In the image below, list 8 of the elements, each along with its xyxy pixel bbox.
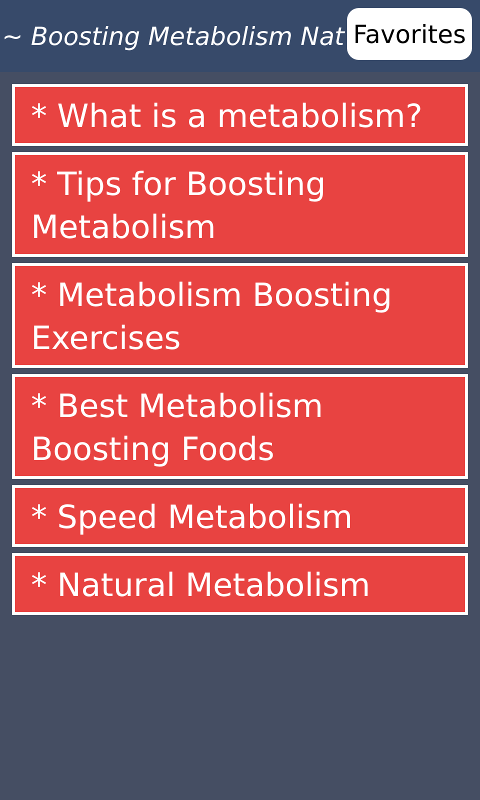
- app-title: ~ Boosting Metabolism Nat: [2, 22, 344, 50]
- topic-item[interactable]: * Metabolism Boosting Exercises: [12, 263, 468, 368]
- topic-item[interactable]: * What is a metabolism?: [12, 84, 468, 146]
- favorites-button[interactable]: Favorites: [347, 8, 472, 60]
- topic-item[interactable]: * Tips for Boosting Metabolism: [12, 152, 468, 257]
- topic-item[interactable]: * Speed Metabolism: [12, 485, 468, 547]
- topic-item[interactable]: * Best Metabolism Boosting Foods: [12, 374, 468, 479]
- topic-item[interactable]: * Natural Metabolism: [12, 553, 468, 615]
